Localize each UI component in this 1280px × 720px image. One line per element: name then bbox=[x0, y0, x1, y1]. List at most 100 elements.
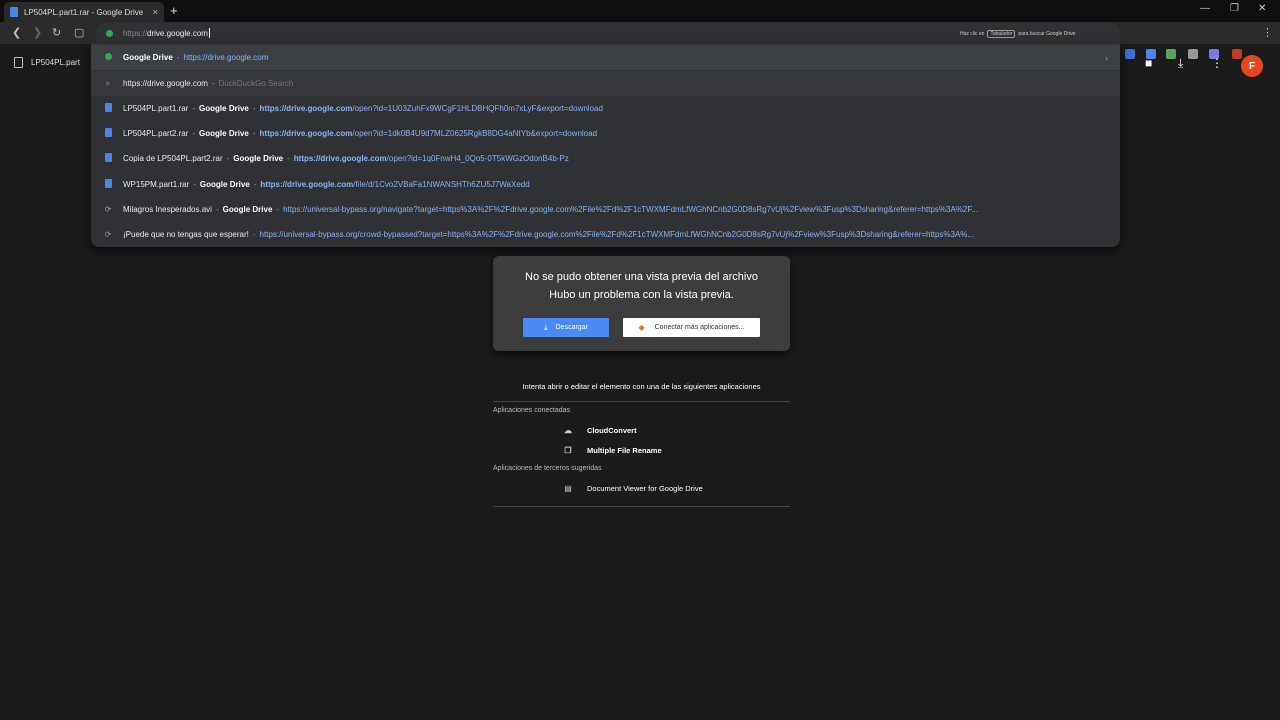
suggestion-site: Google Drive bbox=[199, 129, 249, 138]
suggestion-url: https://universal-bypass.org/crowd-bypas… bbox=[259, 230, 448, 239]
drive-file-icon bbox=[103, 179, 113, 190]
download-icon: ⤓ bbox=[544, 322, 548, 332]
suggestion-url-rest: /open?id=1q0FnwH4_0Qo5-0T5kWGzOdonB4b-Pz bbox=[386, 154, 569, 163]
more-options-icon[interactable]: ⋮ bbox=[1211, 56, 1223, 70]
separator: - bbox=[193, 180, 196, 189]
search-engine-label: DuckDuckGo Search bbox=[218, 79, 294, 88]
suggestion-url-rest: https%3A%2F%2Fdrive.google.com%2File%2Fd… bbox=[442, 205, 979, 214]
separator: - bbox=[192, 129, 196, 138]
suggestion-title: Copia de LP504PL.part2.rar bbox=[123, 154, 223, 163]
suggestion-item[interactable]: ⌕ https://drive.google.com - DuckDuckGo … bbox=[91, 71, 1120, 96]
reload-icon[interactable]: ↻ bbox=[52, 26, 61, 40]
separator: - bbox=[211, 79, 215, 88]
suggestion-site: Google Drive bbox=[199, 104, 249, 113]
suggestion-title: ¡Puede que no tengas que esperar! bbox=[123, 230, 249, 239]
suggestion-item[interactable]: ⟳ Milagros Inesperados.avi - Google Driv… bbox=[91, 197, 1120, 222]
omnibox-suggestions: Google Drive - https://drive.google.com … bbox=[91, 43, 1120, 247]
separator: - bbox=[192, 104, 196, 113]
suggestion-url-rest: /file/d/1Cvo2VBaFa1NWANSHTh6ZU5J7WaXedd bbox=[353, 180, 530, 189]
separator: - bbox=[226, 154, 230, 163]
hint-after: para buscar Google Drive bbox=[1018, 31, 1076, 37]
connect-label: Conectar más aplicaciones... bbox=[654, 324, 745, 331]
divider bbox=[493, 506, 790, 507]
suggestion-item[interactable]: LP504PL.part1.rar - Google Drive - https… bbox=[91, 96, 1120, 121]
maximize-button[interactable]: ❐ bbox=[1230, 3, 1239, 14]
suggestion-site: Google Drive bbox=[222, 205, 273, 214]
shield-icon[interactable] bbox=[1188, 49, 1198, 59]
separator: - bbox=[252, 230, 256, 239]
tab-strip: LP504PL.part1.rar - Google Drive × + — ❐… bbox=[0, 0, 1280, 22]
cloud-icon: ☁ bbox=[564, 425, 572, 435]
suggestion-item[interactable]: Copia de LP504PL.part2.rar - Google Driv… bbox=[91, 146, 1120, 171]
url-text: drive.google.com bbox=[147, 28, 208, 38]
suggestion-title: LP504PL.part1.rar bbox=[123, 104, 189, 113]
download-icon[interactable]: ⤓ bbox=[1178, 56, 1183, 71]
tab-search-hint: Haz clic en Tabulador para buscar Google… bbox=[960, 30, 1075, 38]
history-icon: ⟳ bbox=[104, 230, 112, 239]
suggestion-title: WP15PM.part1.rar bbox=[123, 180, 190, 189]
separator: - bbox=[215, 205, 219, 214]
hint-before: Haz clic en bbox=[960, 31, 985, 37]
chevron-right-icon: › bbox=[1105, 52, 1108, 63]
extension-icon[interactable] bbox=[1166, 49, 1176, 59]
drive-file-name: LP504PL.part bbox=[31, 58, 80, 67]
preview-error-title: No se pudo obtener una vista previa del … bbox=[525, 271, 758, 283]
drive-site-icon bbox=[106, 29, 113, 37]
back-icon[interactable]: ❮ bbox=[12, 26, 21, 40]
drive-file-icon bbox=[10, 7, 18, 17]
new-tab-button[interactable]: + bbox=[170, 4, 178, 18]
drive-app-bar: LP504PL.part bbox=[14, 57, 80, 68]
browser-menu-icon[interactable]: ⋮ bbox=[1262, 26, 1273, 40]
app-item-multiple-file-rename[interactable]: ❐ Multiple File Rename bbox=[493, 440, 790, 460]
separator: - bbox=[253, 180, 257, 189]
files-icon: ❐ bbox=[564, 445, 572, 455]
suggestion-title: Milagros Inesperados.avi bbox=[123, 205, 212, 214]
suggestion-site: Google Drive bbox=[199, 180, 250, 189]
tab-close-icon[interactable]: × bbox=[153, 7, 158, 17]
connect-apps-button[interactable]: ◆ Conectar más aplicaciones... bbox=[623, 318, 760, 337]
suggestion-url: https://drive.google.com bbox=[259, 104, 353, 113]
app-name: Document Viewer for Google Drive bbox=[587, 483, 703, 493]
download-button[interactable]: ⤓ Descargar bbox=[523, 318, 609, 337]
separator: - bbox=[252, 104, 256, 113]
app-item-document-viewer[interactable]: ▤ Document Viewer for Google Drive bbox=[493, 478, 790, 498]
app-name: CloudConvert bbox=[587, 425, 637, 435]
document-icon: ▤ bbox=[564, 483, 572, 493]
separator: - bbox=[276, 205, 280, 214]
suggestion-item[interactable]: LP504PL.part2.rar - Google Drive - https… bbox=[91, 121, 1120, 146]
history-icon: ⟳ bbox=[104, 205, 112, 214]
tab-google-drive[interactable]: LP504PL.part1.rar - Google Drive × bbox=[4, 2, 164, 22]
suggestion-title: Google Drive bbox=[123, 53, 173, 62]
minimize-button[interactable]: — bbox=[1200, 3, 1210, 14]
open-with-apps: Intenta abrir o editar el elemento con u… bbox=[493, 380, 790, 507]
separator: - bbox=[252, 129, 256, 138]
divider bbox=[493, 401, 790, 402]
text-caret bbox=[208, 28, 210, 38]
drive-file-icon bbox=[103, 153, 113, 164]
close-window-button[interactable]: ✕ bbox=[1258, 3, 1266, 14]
extension-icon[interactable] bbox=[1232, 49, 1242, 59]
suggestion-item[interactable]: WP15PM.part1.rar - Google Drive - https:… bbox=[91, 172, 1120, 197]
suggestion-url: https://drive.google.com bbox=[260, 180, 354, 189]
preview-error-message: Hubo un problema con la vista previa. bbox=[549, 289, 734, 301]
plug-icon: ◆ bbox=[638, 323, 645, 332]
extension-icon[interactable] bbox=[1125, 49, 1135, 59]
suggestion-site: Google Drive bbox=[233, 154, 284, 163]
suggestion-url: https://drive.google.com bbox=[293, 154, 387, 163]
suggestion-url-rest: /open?id=1dk0B4U9d7MLZ0625RgkB8DG4aNtYb&… bbox=[352, 129, 598, 138]
apps-intro: Intenta abrir o editar el elemento con u… bbox=[522, 382, 761, 391]
url-prefix: https:// bbox=[123, 28, 148, 38]
forward-icon[interactable]: ❯ bbox=[33, 26, 42, 40]
app-item-cloudconvert[interactable]: ☁ CloudConvert bbox=[493, 420, 790, 440]
suggestion-url-rest: /open?id=1U03ZuhFx9WCgF1HLDBHQFh0m7xLyF&… bbox=[352, 104, 603, 113]
folder-icon[interactable]: ■ bbox=[1145, 56, 1152, 70]
connected-apps-heading: Aplicaciones conectadas bbox=[493, 407, 571, 414]
drive-file-icon bbox=[103, 128, 113, 139]
suggestion-item[interactable]: ⟳ ¡Puede que no tengas que esperar! - ht… bbox=[91, 222, 1120, 247]
suggestion-url: https://drive.google.com bbox=[183, 53, 269, 62]
app-name: Multiple File Rename bbox=[587, 445, 662, 455]
suggestion-item[interactable]: Google Drive - https://drive.google.com … bbox=[91, 45, 1120, 70]
bookmark-icon[interactable]: ▢ bbox=[74, 26, 84, 40]
avatar[interactable]: F bbox=[1241, 55, 1263, 77]
separator: - bbox=[287, 154, 290, 163]
